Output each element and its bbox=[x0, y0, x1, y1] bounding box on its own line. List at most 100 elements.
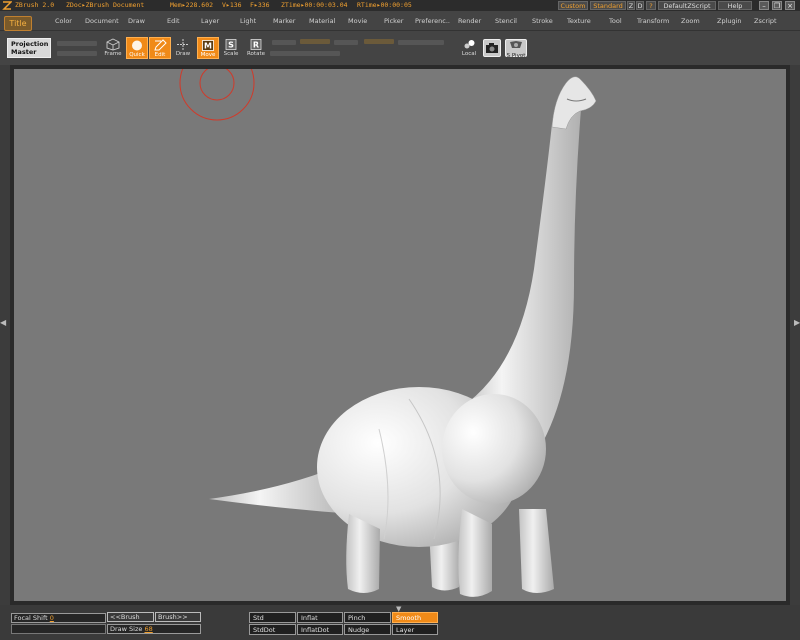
menu-preferences[interactable]: Preferenc.. bbox=[415, 17, 450, 25]
draw-tool[interactable]: Draw bbox=[172, 37, 194, 59]
draw-label: Draw bbox=[175, 51, 191, 57]
ztime-readout: ZTime▸00:00:03.04 bbox=[281, 1, 348, 9]
menu-texture[interactable]: Texture bbox=[567, 17, 591, 25]
rotate-icon: R bbox=[250, 39, 262, 50]
title-button[interactable]: Title bbox=[4, 16, 32, 31]
projection-master-button[interactable]: Projection Master bbox=[7, 38, 51, 58]
question-button[interactable]: ? bbox=[646, 1, 656, 10]
menu-edit[interactable]: Edit bbox=[167, 17, 180, 25]
quick-tool[interactable]: Quick bbox=[126, 37, 148, 59]
close-icon[interactable]: × bbox=[785, 1, 795, 10]
edit-tool[interactable]: Edit bbox=[149, 37, 171, 59]
disabled-slider bbox=[57, 41, 97, 46]
disabled-slider bbox=[364, 39, 394, 44]
menu-document[interactable]: Document bbox=[85, 17, 119, 25]
stroke-inflatdot[interactable]: InflatDot bbox=[297, 624, 343, 635]
draw-size-value: 68 bbox=[144, 625, 153, 633]
spivot-label: S.Pivot bbox=[506, 53, 526, 59]
disabled-slider bbox=[334, 40, 358, 45]
local-spheres-icon bbox=[464, 40, 475, 49]
svg-text:R: R bbox=[253, 41, 259, 50]
unused-slider bbox=[11, 624, 106, 634]
stroke-std[interactable]: Std bbox=[249, 612, 296, 623]
default-zscript-button[interactable]: DefaultZScript bbox=[658, 1, 716, 10]
focal-shift-value: 0 bbox=[49, 614, 54, 622]
menu-zoom[interactable]: Zoom bbox=[681, 17, 700, 25]
stroke-inflat[interactable]: Inflat bbox=[297, 612, 343, 623]
move-icon: M bbox=[202, 40, 214, 51]
edit-label: Edit bbox=[154, 52, 166, 58]
focal-shift-slider[interactable]: Focal Shift 0 bbox=[11, 613, 106, 623]
menu-stencil[interactable]: Stencil bbox=[495, 17, 517, 25]
restore-icon[interactable]: ❐ bbox=[772, 1, 782, 10]
frame-label: Frame bbox=[104, 51, 122, 57]
projection-master-label-2: Master bbox=[11, 48, 37, 56]
title-bar: ZBrush 2.0 ZDoc▸ZBrush Document Mem▸228.… bbox=[0, 0, 800, 11]
edit-pen-icon bbox=[154, 39, 167, 51]
menu-material[interactable]: Material bbox=[309, 17, 335, 25]
rotate-label: Rotate bbox=[246, 51, 265, 57]
custom-layout-button[interactable]: Custom bbox=[558, 1, 588, 10]
stroke-pinch[interactable]: Pinch bbox=[344, 612, 391, 623]
quick-label: Quick bbox=[129, 52, 145, 58]
face-count: F▸336 bbox=[250, 1, 270, 9]
menu-color[interactable]: Color bbox=[55, 17, 72, 25]
document-name: ZDoc▸ZBrush Document bbox=[66, 1, 145, 9]
rtime-readout: RTime▸00:00:05 bbox=[357, 1, 412, 9]
canvas-viewport[interactable] bbox=[14, 69, 786, 601]
menu-transform[interactable]: Transform bbox=[637, 17, 669, 25]
previous-brush-button[interactable]: <<Brush bbox=[107, 612, 154, 622]
spivot-button[interactable]: S.Pivot bbox=[505, 39, 527, 59]
d-button[interactable]: D bbox=[636, 1, 644, 10]
menu-tool[interactable]: Tool bbox=[609, 17, 622, 25]
zbrush-logo-icon bbox=[2, 1, 12, 10]
toolbar: Projection Master Frame Quick Edit Draw … bbox=[0, 31, 800, 65]
disabled-slider bbox=[57, 51, 97, 56]
z-button[interactable]: Z bbox=[627, 1, 635, 10]
right-tray-arrow-icon[interactable]: ▶ bbox=[794, 318, 800, 328]
bottom-tray: Focal Shift 0 <<Brush Brush>> Draw Size … bbox=[0, 605, 800, 640]
stroke-nudge[interactable]: Nudge bbox=[344, 624, 391, 635]
minimize-icon[interactable]: – bbox=[759, 1, 769, 10]
brush-cursor bbox=[179, 69, 255, 121]
scale-icon: S bbox=[225, 39, 237, 50]
app-name: ZBrush 2.0 bbox=[15, 1, 55, 9]
menu-render[interactable]: Render bbox=[458, 17, 481, 25]
disabled-slider bbox=[272, 40, 296, 45]
svg-text:S: S bbox=[228, 41, 234, 50]
frame-tool[interactable]: Frame bbox=[102, 37, 124, 59]
menu-picker[interactable]: Picker bbox=[384, 17, 403, 25]
cube-icon bbox=[106, 38, 120, 51]
svg-text:M: M bbox=[204, 42, 212, 51]
menu-movie[interactable]: Movie bbox=[348, 17, 367, 25]
local-tool[interactable]: Local bbox=[458, 37, 480, 59]
sculpt-canvas[interactable] bbox=[14, 69, 786, 601]
scale-tool[interactable]: S Scale bbox=[220, 37, 242, 59]
stroke-stddot[interactable]: StdDot bbox=[249, 624, 296, 635]
draw-size-slider[interactable]: Draw Size 68 bbox=[107, 624, 201, 634]
stroke-layer[interactable]: Layer bbox=[392, 624, 438, 635]
draw-size-label: Draw Size bbox=[110, 625, 143, 633]
menu-zplugin[interactable]: Zplugin bbox=[717, 17, 742, 25]
rotate-tool[interactable]: R Rotate bbox=[245, 37, 267, 59]
brachiosaurus-model[interactable] bbox=[209, 76, 597, 597]
camera-button[interactable] bbox=[483, 39, 501, 57]
spivot-icon bbox=[510, 41, 522, 48]
menu-draw[interactable]: Draw bbox=[128, 17, 145, 25]
camera-icon bbox=[486, 43, 498, 53]
stroke-smooth[interactable]: Smooth bbox=[392, 612, 438, 623]
help-button[interactable]: Help bbox=[718, 1, 752, 10]
next-brush-button[interactable]: Brush>> bbox=[155, 612, 201, 622]
menu-marker[interactable]: Marker bbox=[273, 17, 295, 25]
menu-light[interactable]: Light bbox=[240, 17, 256, 25]
standard-layout-button[interactable]: Standard bbox=[590, 1, 626, 10]
sphere-icon bbox=[132, 40, 142, 51]
crosshair-icon bbox=[177, 39, 189, 50]
menu-layer[interactable]: Layer bbox=[201, 17, 219, 25]
projection-master-label-1: Projection bbox=[11, 40, 49, 48]
menu-stroke[interactable]: Stroke bbox=[532, 17, 553, 25]
move-tool[interactable]: M Move bbox=[197, 37, 219, 59]
menu-zscript[interactable]: Zscript bbox=[754, 17, 777, 25]
left-tray-arrow-icon[interactable]: ◀ bbox=[0, 318, 6, 328]
vertex-count: V▸136 bbox=[222, 1, 242, 9]
